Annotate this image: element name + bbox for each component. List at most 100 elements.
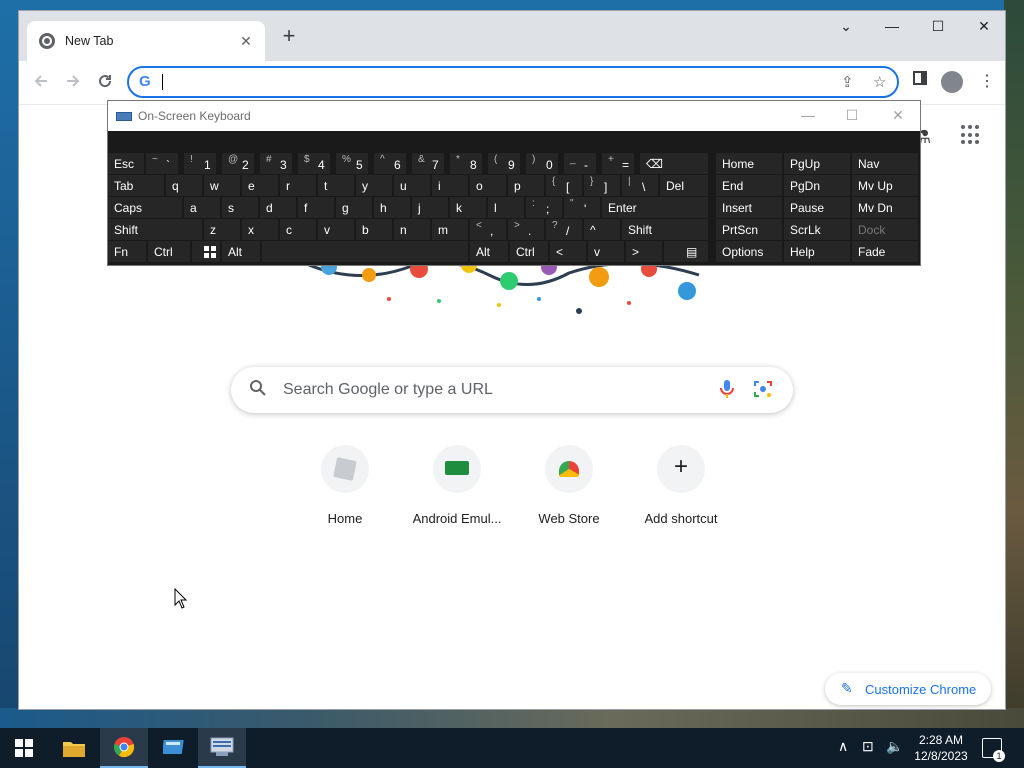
network-icon[interactable]: ⊡ xyxy=(862,738,874,755)
google-apps-icon[interactable] xyxy=(961,125,981,145)
osk-key[interactable]: a xyxy=(184,197,220,218)
osk-key[interactable]: <, xyxy=(470,219,506,240)
osk-nav-key[interactable]: Mv Dn xyxy=(852,197,918,218)
osk-nav-key[interactable]: Pause xyxy=(784,197,850,218)
osk-key[interactable]: ^ xyxy=(584,219,620,240)
osk-key[interactable]: Esc xyxy=(108,153,144,174)
osk-key[interactable]: g xyxy=(336,197,372,218)
close-window-button[interactable]: ✕ xyxy=(961,11,1007,41)
osk-key[interactable]: e xyxy=(242,175,278,196)
address-bar[interactable]: G ⇪ ☆ xyxy=(127,66,899,98)
osk-key[interactable]: ⌫ xyxy=(640,153,708,174)
osk-key[interactable]: + = xyxy=(602,153,634,174)
osk-key[interactable]: z xyxy=(204,219,240,240)
osk-key[interactable]: h xyxy=(374,197,410,218)
osk-key[interactable]: x xyxy=(242,219,278,240)
osk-nav-key[interactable]: Help xyxy=(784,241,850,262)
osk-nav-key[interactable]: PrtScn xyxy=(716,219,782,240)
osk-key[interactable]: " ' xyxy=(564,197,600,218)
osk-key[interactable]: t xyxy=(318,175,354,196)
osk-nav-key[interactable]: ScrLk xyxy=(784,219,850,240)
osk-key[interactable] xyxy=(262,241,468,262)
new-tab-button[interactable]: + xyxy=(277,25,301,49)
notification-center-button[interactable]: 1 xyxy=(982,738,1005,762)
osk-key[interactable]: & 7 xyxy=(412,153,444,174)
osk-key[interactable]: Tab xyxy=(108,175,164,196)
osk-nav-key[interactable]: Options xyxy=(716,241,782,262)
taskbar-file-explorer[interactable] xyxy=(50,728,98,768)
osk-key[interactable]: (9 xyxy=(488,153,520,174)
forward-button[interactable] xyxy=(61,71,85,95)
osk-key[interactable]: d xyxy=(260,197,296,218)
tab-close-icon[interactable]: ✕ xyxy=(237,33,255,50)
osk-key[interactable]: #3 xyxy=(260,153,292,174)
osk-nav-key[interactable]: PgUp xyxy=(784,153,850,174)
osk-nav-key[interactable]: Mv Up xyxy=(852,175,918,196)
osk-key[interactable]: Del xyxy=(660,175,708,196)
osk-nav-key[interactable]: PgDn xyxy=(784,175,850,196)
customize-chrome-button[interactable]: ✎ Customize Chrome xyxy=(825,673,991,705)
osk-key[interactable]: < xyxy=(550,241,586,262)
osk-key[interactable]: b xyxy=(356,219,392,240)
osk-key[interactable]: j xyxy=(412,197,448,218)
google-lens-icon[interactable] xyxy=(753,379,773,399)
osk-key[interactable]: Ctrl xyxy=(510,241,548,262)
osk-key[interactable]: :; xyxy=(526,197,562,218)
osk-key[interactable]: Shift xyxy=(622,219,708,240)
osk-key[interactable]: v xyxy=(588,241,624,262)
minimize-button[interactable]: — xyxy=(869,11,915,41)
osk-key[interactable]: v xyxy=(318,219,354,240)
osk-key[interactable]: i xyxy=(432,175,468,196)
osk-key[interactable]: ? / xyxy=(546,219,582,240)
osk-key[interactable]: * 8 xyxy=(450,153,482,174)
taskbar-chrome[interactable] xyxy=(100,728,148,768)
osk-nav-key[interactable]: Insert xyxy=(716,197,782,218)
osk-key[interactable]: Enter xyxy=(602,197,708,218)
osk-key[interactable]: | \ xyxy=(622,175,658,196)
osk-title-bar[interactable]: On-Screen Keyboard — ☐ ✕ xyxy=(108,101,920,131)
osk-key[interactable]: _ - xyxy=(564,153,596,174)
osk-key[interactable]: >. xyxy=(508,219,544,240)
shortcut-add[interactable]: + Add shortcut xyxy=(625,445,737,526)
osk-key[interactable]: Caps xyxy=(108,197,182,218)
osk-key[interactable]: u xyxy=(394,175,430,196)
voice-search-icon[interactable] xyxy=(719,379,735,399)
osk-key[interactable]: Alt xyxy=(470,241,508,262)
osk-key[interactable]: ^ 6 xyxy=(374,153,406,174)
volume-muted-icon[interactable]: 🔈 xyxy=(886,738,903,755)
osk-nav-key[interactable]: Fade xyxy=(852,241,918,262)
start-button[interactable] xyxy=(0,728,48,768)
osk-key[interactable]: @2 xyxy=(222,153,254,174)
osk-key[interactable]: ) 0 xyxy=(526,153,558,174)
osk-minimize-button[interactable]: — xyxy=(798,107,818,123)
tab-new-tab[interactable]: New Tab ✕ xyxy=(27,21,265,61)
taskbar-on-screen-keyboard[interactable] xyxy=(198,728,246,768)
bookmark-star-icon[interactable]: ☆ xyxy=(873,73,886,91)
profile-avatar[interactable] xyxy=(941,71,963,93)
side-panel-icon[interactable] xyxy=(913,71,927,90)
osk-key[interactable]: w xyxy=(204,175,240,196)
tab-search-icon[interactable]: ⌄ xyxy=(823,11,869,41)
show-hidden-icons[interactable]: ∧ xyxy=(838,738,848,755)
osk-key[interactable]: Fn xyxy=(108,241,146,262)
osk-menu-key[interactable]: ▤ xyxy=(664,241,708,262)
osk-windows-key[interactable] xyxy=(192,241,220,262)
osk-key[interactable]: p xyxy=(508,175,544,196)
osk-key[interactable]: % 5 xyxy=(336,153,368,174)
more-menu-icon[interactable]: ⋮ xyxy=(979,71,995,91)
osk-close-button[interactable]: ✕ xyxy=(888,107,908,124)
taskbar-app[interactable] xyxy=(150,728,198,768)
osk-key[interactable]: f xyxy=(298,197,334,218)
maximize-button[interactable]: ☐ xyxy=(915,11,961,41)
osk-nav-key[interactable]: Dock xyxy=(852,219,918,240)
osk-nav-key[interactable]: Nav xyxy=(852,153,918,174)
back-button[interactable] xyxy=(29,71,53,95)
osk-key[interactable]: {[ xyxy=(546,175,582,196)
osk-key[interactable]: c xyxy=(280,219,316,240)
osk-nav-key[interactable]: Home xyxy=(716,153,782,174)
osk-key[interactable]: k xyxy=(450,197,486,218)
osk-key[interactable]: s xyxy=(222,197,258,218)
osk-key[interactable]: $4 xyxy=(298,153,330,174)
osk-key[interactable]: n xyxy=(394,219,430,240)
shortcut-web-store[interactable]: Web Store xyxy=(513,445,625,526)
